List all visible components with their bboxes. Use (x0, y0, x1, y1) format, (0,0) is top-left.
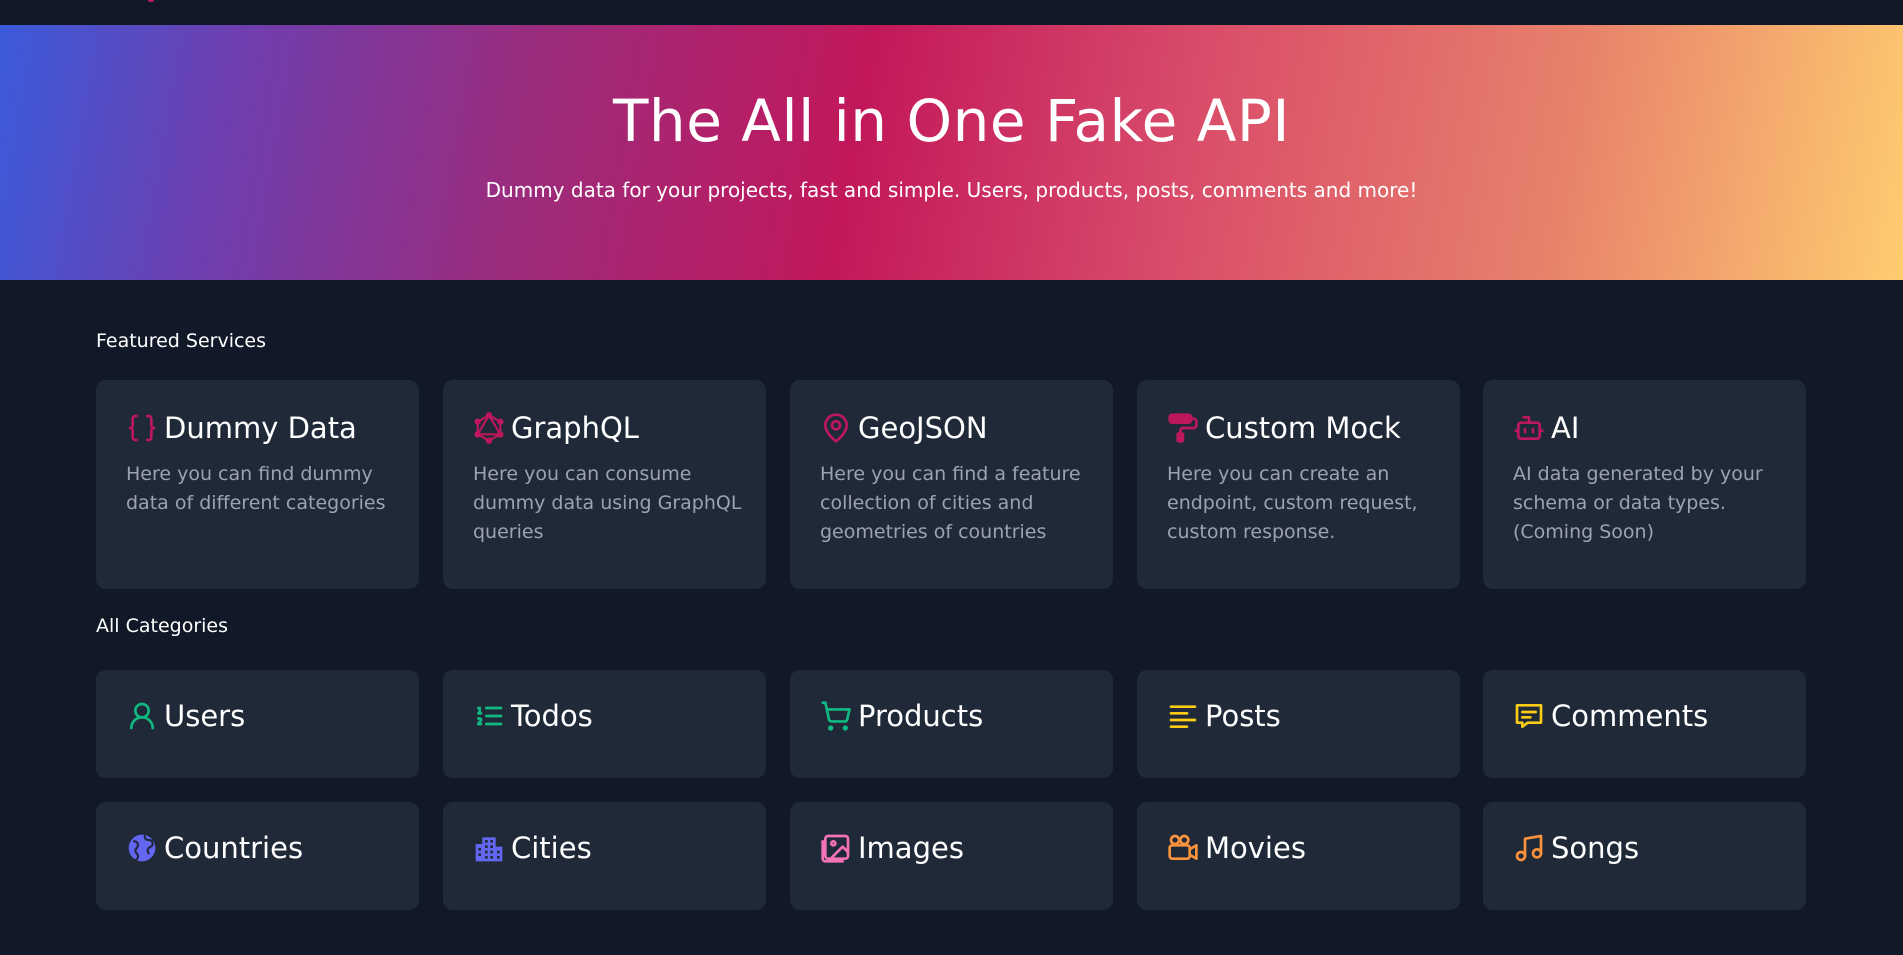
featured-card-graphql[interactable]: GraphQL Here you can consume dummy data … (443, 380, 766, 589)
featured-card-title: Dummy Data (164, 411, 357, 445)
featured-card-desc: Here you can find a feature collection o… (820, 463, 1081, 543)
graphql-icon (473, 410, 505, 446)
music-note-icon (1513, 830, 1545, 866)
category-card-songs[interactable]: Songs (1483, 802, 1806, 910)
category-card-cities[interactable]: Cities (443, 802, 766, 910)
category-card-title: Comments (1551, 699, 1709, 733)
image-icon (820, 830, 852, 866)
category-card-countries[interactable]: Countries (96, 802, 419, 910)
featured-card-desc: Here you can create an endpoint, custom … (1167, 463, 1418, 543)
featured-card-custom-mock[interactable]: Custom Mock Here you can create an endpo… (1137, 380, 1460, 589)
category-card-title: Songs (1551, 831, 1640, 865)
category-card-title: Cities (511, 831, 592, 865)
globe-icon (126, 830, 158, 866)
featured-card-desc: Here you can find dummy data of differen… (126, 463, 386, 514)
featured-card-title: AI (1551, 411, 1580, 445)
featured-services-label: Featured Services (96, 330, 267, 352)
category-card-title: Movies (1205, 831, 1306, 865)
category-card-title: Todos (511, 699, 593, 733)
category-card-title: Countries (164, 831, 304, 865)
user-icon (126, 698, 158, 734)
category-card-title: Posts (1205, 699, 1281, 733)
building-icon (473, 830, 505, 866)
braces-icon (126, 410, 158, 446)
paint-roller-icon (1167, 410, 1199, 446)
category-card-products[interactable]: Products (790, 670, 1113, 778)
featured-card-desc: Here you can consume dummy data using Gr… (473, 463, 742, 543)
robot-icon (1513, 410, 1545, 446)
featured-card-title: Custom Mock (1205, 411, 1401, 445)
message-icon (1513, 698, 1545, 734)
featured-card-dummy-data[interactable]: Dummy Data Here you can find dummy data … (96, 380, 419, 589)
category-card-posts[interactable]: Posts (1137, 670, 1460, 778)
featured-card-title: GeoJSON (858, 411, 988, 445)
shopping-cart-icon (820, 698, 852, 734)
map-pin-icon (820, 410, 852, 446)
category-card-title: Images (858, 831, 964, 865)
hero-subtitle: Dummy data for your projects, fast and s… (485, 178, 1418, 202)
featured-card-geojson[interactable]: GeoJSON Here you can find a feature coll… (790, 380, 1113, 589)
video-camera-icon (1167, 830, 1199, 866)
category-card-movies[interactable]: Movies (1137, 802, 1460, 910)
category-card-images[interactable]: Images (790, 802, 1113, 910)
featured-card-ai[interactable]: AI AI data generated by your schema or d… (1483, 380, 1806, 589)
category-card-title: Users (164, 699, 246, 733)
hero-title: The All in One Fake API (613, 87, 1290, 155)
top-navbar (0, 0, 1903, 25)
featured-card-desc: AI data generated by your schema or data… (1513, 463, 1763, 543)
category-card-todos[interactable]: Todos (443, 670, 766, 778)
category-card-comments[interactable]: Comments (1483, 670, 1806, 778)
hero-banner: The All in One Fake API Dummy data for y… (0, 25, 1903, 280)
all-categories-label: All Categories (96, 615, 229, 637)
align-left-icon (1167, 698, 1199, 734)
list-ordered-icon (473, 698, 505, 734)
logo-fragment[interactable] (148, 0, 154, 2)
featured-card-title: GraphQL (511, 411, 639, 445)
category-card-title: Products (858, 699, 984, 733)
category-card-users[interactable]: Users (96, 670, 419, 778)
